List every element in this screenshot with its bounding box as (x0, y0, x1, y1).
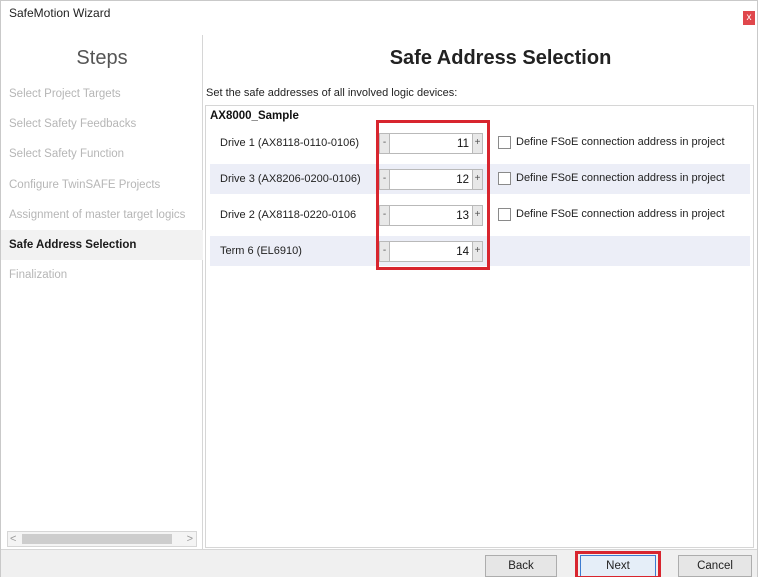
scroll-left-icon[interactable]: < (10, 532, 16, 546)
address-input[interactable]: 14 (390, 241, 472, 262)
device-label: Drive 2 (AX8118-0220-0106 (220, 209, 357, 221)
sidebar-horizontal-scrollbar[interactable]: < > (7, 531, 197, 547)
increment-button[interactable]: + (472, 205, 483, 226)
increment-button[interactable]: + (472, 169, 483, 190)
address-input[interactable]: 13 (390, 205, 472, 226)
define-fsoe-checkbox[interactable] (498, 208, 511, 221)
back-button[interactable]: Back (485, 555, 557, 577)
steps-sidebar: Steps Select Project Targets Select Safe… (1, 35, 203, 549)
decrement-button[interactable]: - (379, 241, 390, 262)
device-label: Term 6 (EL6910) (220, 245, 302, 257)
decrement-button[interactable]: - (379, 133, 390, 154)
step-finalization[interactable]: Finalization (1, 260, 203, 290)
step-select-safety-feedbacks[interactable]: Select Safety Feedbacks (1, 109, 203, 139)
next-button[interactable]: Next (580, 555, 656, 577)
step-safe-address-selection[interactable]: Safe Address Selection (1, 230, 203, 260)
address-stepper: - 14 + (379, 241, 483, 262)
devices-panel: AX8000_Sample Drive 1 (AX8118-0110-0106)… (205, 105, 754, 548)
device-row: Drive 3 (AX8206-0200-0106) - 12 + Define… (210, 164, 750, 194)
increment-button[interactable]: + (472, 133, 483, 154)
title-bar: SafeMotion Wizard x (1, 1, 757, 27)
close-button[interactable]: x (743, 11, 755, 25)
step-select-project-targets[interactable]: Select Project Targets (1, 79, 203, 109)
define-fsoe-checkbox[interactable] (498, 172, 511, 185)
page-title: Safe Address Selection (389, 47, 612, 69)
step-configure-twinsafe-projects[interactable]: Configure TwinSAFE Projects (1, 170, 203, 200)
checkbox-label: Define FSoE connection address in projec… (516, 208, 725, 220)
scrollbar-thumb[interactable] (22, 534, 172, 544)
device-row: Drive 1 (AX8118-0110-0106) - 11 + Define… (210, 128, 750, 158)
window-title: SafeMotion Wizard (9, 6, 111, 20)
decrement-button[interactable]: - (379, 205, 390, 226)
decrement-button[interactable]: - (379, 169, 390, 190)
instruction-text: Set the safe addresses of all involved l… (206, 87, 458, 99)
cancel-button[interactable]: Cancel (678, 555, 752, 577)
address-stepper: - 12 + (379, 169, 483, 190)
scroll-right-icon[interactable]: > (187, 532, 193, 546)
step-select-safety-function[interactable]: Select Safety Function (1, 139, 203, 169)
checkbox-label: Define FSoE connection address in projec… (516, 136, 725, 148)
address-input[interactable]: 11 (390, 133, 472, 154)
steps-title: Steps (76, 47, 128, 69)
project-name: AX8000_Sample (210, 110, 299, 122)
address-stepper: - 13 + (379, 205, 483, 226)
step-assignment-master-target-logics[interactable]: Assignment of master target logics (1, 200, 203, 230)
address-input[interactable]: 12 (390, 169, 472, 190)
device-row: Term 6 (EL6910) - 14 + (210, 236, 750, 266)
define-fsoe-checkbox[interactable] (498, 136, 511, 149)
address-stepper: - 11 + (379, 133, 483, 154)
main-content: Safe Address Selection Set the safe addr… (204, 35, 757, 549)
device-row: Drive 2 (AX8118-0220-0106 - 13 + Define … (210, 200, 750, 230)
wizard-window: SafeMotion Wizard x Steps Select Project… (0, 0, 758, 577)
checkbox-label: Define FSoE connection address in projec… (516, 172, 725, 184)
wizard-footer: Back Next Cancel (1, 549, 757, 577)
device-label: Drive 3 (AX8206-0200-0106) (220, 173, 361, 185)
device-label: Drive 1 (AX8118-0110-0106) (220, 137, 360, 149)
increment-button[interactable]: + (472, 241, 483, 262)
